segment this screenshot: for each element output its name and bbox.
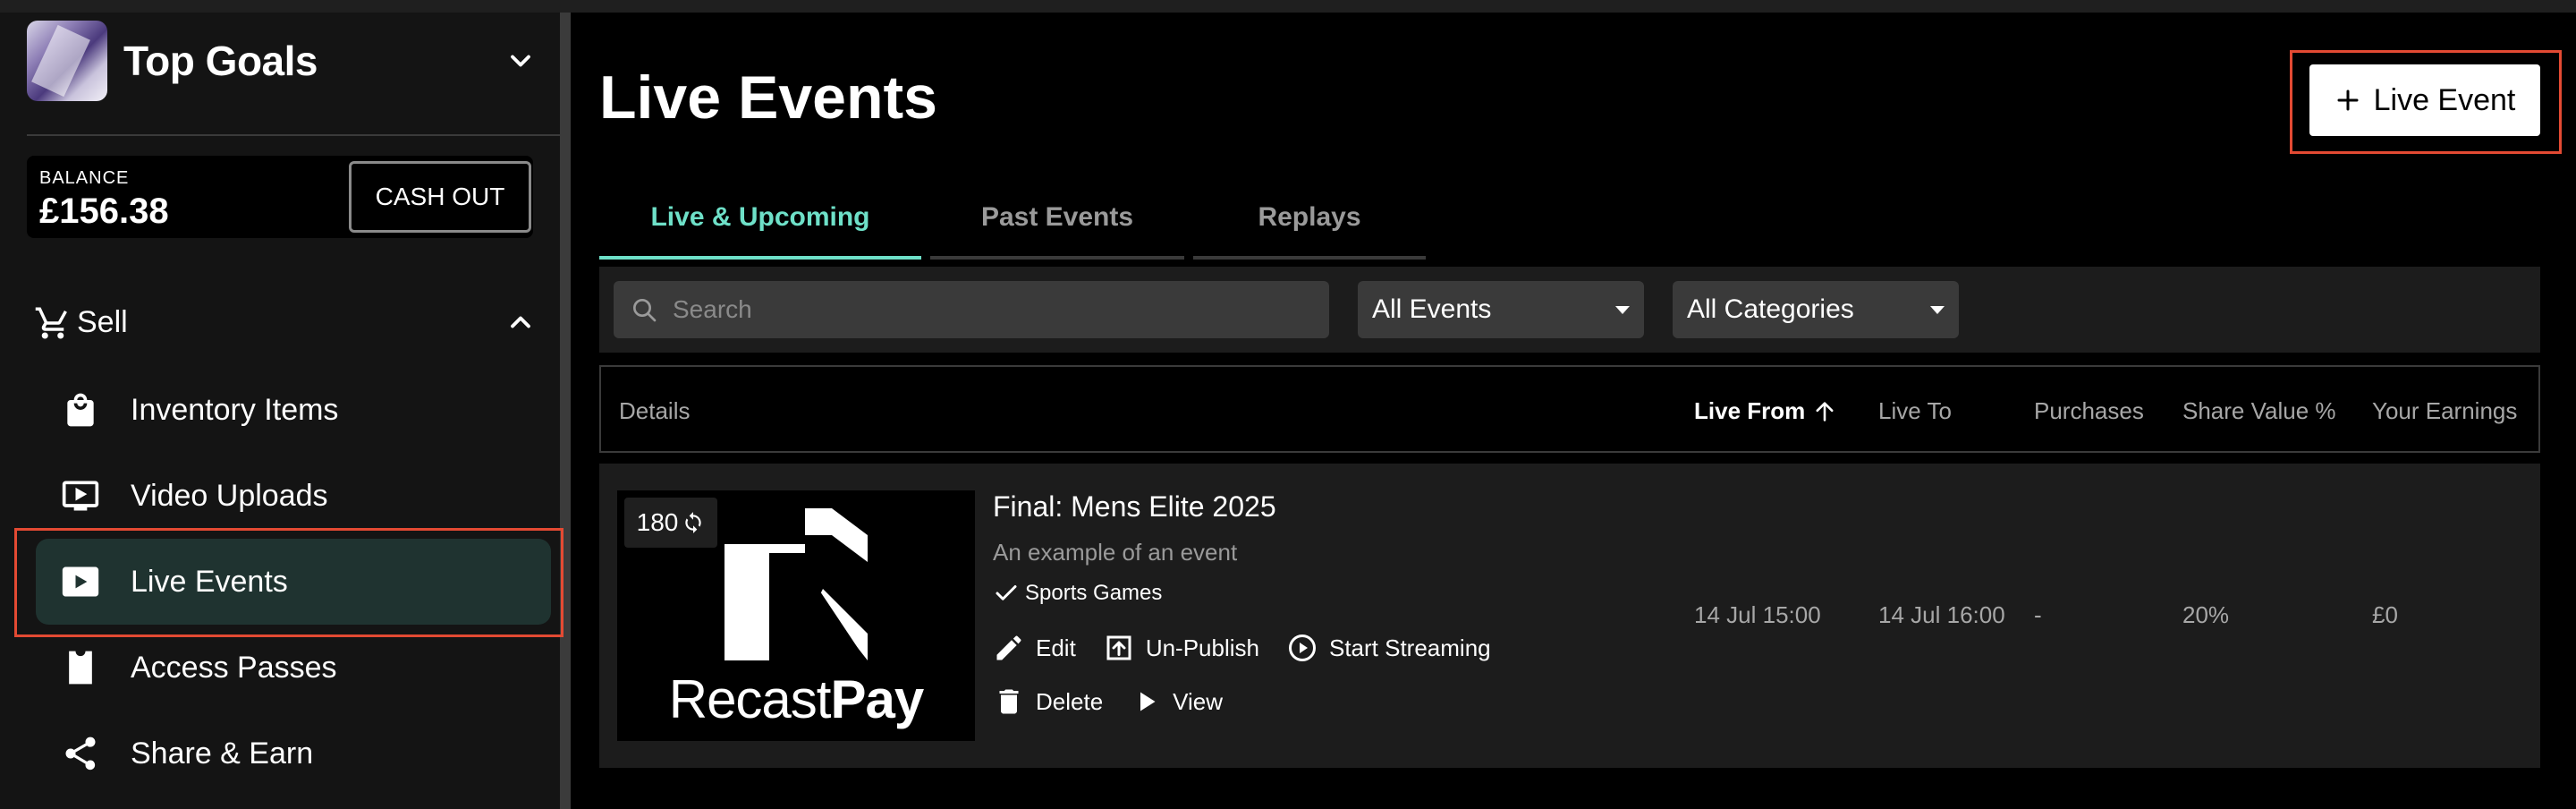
wordmark-bold: Pay (830, 669, 924, 729)
sidebar-item-share-earn[interactable]: Share & Earn (36, 711, 551, 796)
sidebar-scrollbar[interactable] (560, 13, 571, 809)
view-count-badge: 180 (624, 498, 717, 548)
live-events-highlight (14, 528, 564, 637)
start-streaming-label: Start Streaming (1328, 634, 1491, 661)
sidebar-item-label: Inventory Items (131, 392, 339, 427)
tab-replays[interactable]: Replays (1193, 179, 1426, 260)
recastpay-wordmark: RecastPay (617, 668, 975, 730)
event-title: Final: Mens Elite 2025 (993, 490, 1276, 523)
event-category: Sports Games (993, 580, 1162, 607)
start-streaming-button[interactable]: Start Streaming (1286, 632, 1491, 664)
trash-icon (999, 689, 1019, 714)
unpublish-icon (1106, 635, 1131, 660)
cash-out-button[interactable]: CASH OUT (349, 161, 531, 233)
sidebar-item-access-passes[interactable]: Access Passes (36, 625, 551, 711)
pass-icon (69, 651, 92, 685)
categories-filter-value: All Categories (1687, 294, 1854, 324)
event-actions-secondary: Delete View (993, 686, 1250, 718)
sidebar-item-label: Video Uploads (131, 478, 328, 513)
tab-past-events[interactable]: Past Events (930, 179, 1184, 260)
sidebar-item-inventory-items[interactable]: Inventory Items (36, 367, 551, 453)
sidebar-item-label: Access Passes (131, 650, 337, 685)
check-icon (996, 585, 1017, 600)
tab-live-upcoming[interactable]: Live & Upcoming (599, 179, 921, 260)
brand-name: Top Goals (123, 38, 318, 84)
live-from-value: 14 Jul 15:00 (1694, 601, 1821, 628)
column-live-from[interactable]: Live From (1694, 397, 1837, 425)
sell-section-toggle[interactable]: Sell (27, 286, 537, 358)
earnings-value: £0 (2372, 601, 2398, 628)
sidebar-item-video-uploads[interactable]: Video Uploads (36, 453, 551, 539)
brand-switcher[interactable]: Top Goals (27, 18, 546, 104)
brand-logo (27, 21, 107, 101)
page-title: Live Events (599, 64, 937, 132)
wordmark-light: Recast (668, 669, 832, 729)
refresh-icon (685, 512, 702, 533)
share-icon (65, 737, 96, 771)
view-count: 180 (636, 508, 679, 536)
delete-label: Delete (1036, 687, 1104, 715)
unpublish-label: Un-Publish (1145, 634, 1259, 661)
caret-down-icon (1930, 306, 1945, 314)
play-circle-icon (1288, 634, 1316, 661)
table-header: Details Live From Live To Purchases Shar… (599, 365, 2540, 453)
column-details: Details (619, 397, 691, 424)
purchases-value: - (2034, 601, 2042, 628)
edit-button[interactable]: Edit (993, 632, 1076, 664)
event-description: An example of an event (993, 539, 1238, 566)
delete-button[interactable]: Delete (993, 686, 1103, 718)
column-share-value[interactable]: Share Value % (2182, 397, 2336, 425)
play-icon (1140, 692, 1156, 711)
event-tabs: Live & Upcoming Past Events Replays (599, 179, 1435, 260)
share-value-value: 20% (2182, 601, 2230, 628)
sell-section-label: Sell (77, 304, 128, 339)
balance-label: BALANCE (39, 168, 130, 188)
search-input[interactable] (673, 295, 1299, 324)
add-button-highlight (2290, 50, 2562, 154)
live-to-value: 14 Jul 16:00 (1878, 601, 2005, 628)
categories-filter-select[interactable]: All Categories (1673, 281, 1959, 338)
search-box[interactable] (614, 281, 1329, 338)
caret-down-icon (1615, 306, 1630, 314)
column-live-from-label: Live From (1694, 397, 1806, 424)
sidebar-divider (27, 134, 560, 136)
event-category-label: Sports Games (1025, 581, 1163, 605)
pencil-icon (996, 635, 1021, 660)
chevron-down-icon[interactable] (504, 45, 537, 77)
chevron-up-icon[interactable] (504, 306, 537, 338)
view-label: View (1173, 687, 1224, 715)
recastpay-logo-mark (724, 508, 868, 660)
arrow-up-icon (1816, 401, 1834, 422)
column-earnings[interactable]: Your Earnings (2372, 397, 2517, 425)
balance-value: £156.38 (39, 192, 169, 231)
search-icon (633, 299, 657, 322)
column-purchases[interactable]: Purchases (2034, 397, 2144, 425)
sidebar-item-label: Share & Earn (131, 736, 314, 771)
view-button[interactable]: View (1130, 686, 1223, 718)
column-live-to[interactable]: Live To (1878, 397, 1952, 425)
balance-panel: BALANCE £156.38 CASH OUT (27, 156, 533, 238)
video-upload-icon (62, 481, 99, 511)
top-bar (0, 0, 2576, 13)
event-thumbnail[interactable]: 180 RecastPay (617, 490, 975, 741)
unpublish-button[interactable]: Un-Publish (1103, 632, 1259, 664)
edit-label: Edit (1036, 634, 1076, 661)
events-filter-select[interactable]: All Events (1358, 281, 1644, 338)
shopping-bag-icon (67, 393, 94, 427)
events-filter-value: All Events (1372, 294, 1492, 324)
shopping-cart-icon (35, 307, 67, 339)
table-row: 180 RecastPay Final: Mens Elite 2025 An … (599, 464, 2540, 768)
filter-bar: All Events All Categories (599, 267, 2540, 353)
event-actions-primary: Edit Un-Publish Start Streaming (993, 632, 1518, 664)
